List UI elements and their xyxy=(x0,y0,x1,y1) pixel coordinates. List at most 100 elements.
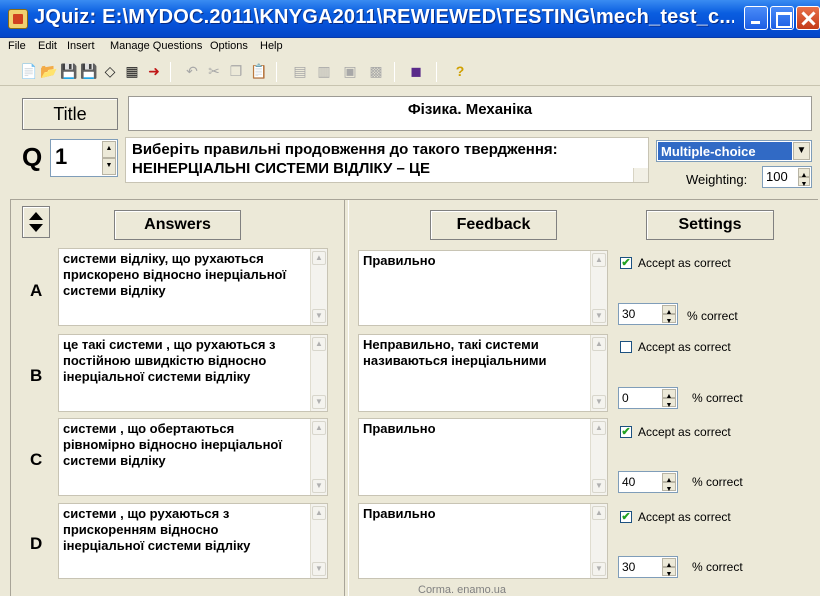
toolbar-separator xyxy=(394,62,395,82)
help-icon[interactable]: ? xyxy=(452,63,468,79)
settings-header-button[interactable]: Settings xyxy=(646,210,774,240)
feedback-header-button[interactable]: Feedback xyxy=(430,210,557,240)
scroll-up-icon[interactable]: ▲ xyxy=(592,337,606,351)
menu-options[interactable]: Options xyxy=(210,40,248,52)
percent-spinner[interactable]: 0 ▲ ▼ xyxy=(618,387,678,409)
scroll-down-icon[interactable]: ▼ xyxy=(592,479,606,493)
scroll-up-icon[interactable]: ▲ xyxy=(592,421,606,435)
feedback-text-input[interactable]: Правильно ▲ ▼ xyxy=(358,503,608,579)
export-b-icon[interactable]: ▩ xyxy=(368,63,384,79)
spin-down-icon[interactable]: ▼ xyxy=(662,398,676,409)
weighting-spinner[interactable]: 100 ▲ ▼ xyxy=(762,166,812,188)
feedback-scrollbar[interactable]: ▲ ▼ xyxy=(590,251,607,325)
spin-up-icon[interactable]: ▲ xyxy=(662,389,676,400)
save-icon[interactable]: 💾 xyxy=(60,63,77,79)
answer-scrollbar[interactable]: ▲ ▼ xyxy=(310,419,327,495)
spin-down-icon[interactable]: ▼ xyxy=(662,567,676,578)
copy-icon[interactable]: ❐ xyxy=(228,63,244,79)
dropdown-arrow-icon[interactable]: ▼ xyxy=(793,142,810,160)
feedback-text-input[interactable]: Правильно ▲ ▼ xyxy=(358,418,608,496)
config-icon[interactable]: ◼ xyxy=(408,63,424,79)
window-title: JQuiz: E:\MYDOC.2011\KNYGA2011\REWIEWED\… xyxy=(34,6,734,28)
minimize-button[interactable] xyxy=(744,6,768,30)
insert-arrow-icon[interactable]: ➜ xyxy=(146,63,162,79)
scroll-down-icon[interactable]: ▼ xyxy=(312,395,326,409)
weighting-spin-buttons[interactable]: ▲ ▼ xyxy=(798,168,810,188)
percent-spin-buttons[interactable]: ▲ ▼ xyxy=(662,558,676,578)
answer-text-input[interactable]: системи , що рухаються з прискоренням ві… xyxy=(58,503,328,579)
scroll-up-icon[interactable]: ▲ xyxy=(312,251,326,265)
accept-checkbox[interactable]: ✔ xyxy=(620,511,632,523)
scroll-up-icon[interactable]: ▲ xyxy=(592,253,606,267)
reorder-answers-button[interactable] xyxy=(22,206,50,238)
accept-checkbox[interactable]: ✔ xyxy=(620,257,632,269)
spin-up-icon[interactable]: ▲ xyxy=(662,558,676,569)
answer-text-input[interactable]: це такі системи , що рухаються з постійн… xyxy=(58,334,328,412)
answer-text-input[interactable]: системи відліку, що рухаються прискорено… xyxy=(58,248,328,326)
spin-up-icon[interactable]: ▲ xyxy=(102,141,116,158)
percent-spinner[interactable]: 40 ▲ ▼ xyxy=(618,471,678,493)
undo-icon[interactable]: ↶ xyxy=(184,63,200,79)
percent-label: % correct xyxy=(692,475,743,489)
question-spin-buttons[interactable]: ▲ ▼ xyxy=(102,141,116,175)
menu-help[interactable]: Help xyxy=(260,40,283,52)
feedback-scrollbar[interactable]: ▲ ▼ xyxy=(590,504,607,578)
scroll-down-icon[interactable]: ▼ xyxy=(592,395,606,409)
save-as-icon[interactable]: 💾 xyxy=(80,63,97,79)
scroll-down-icon[interactable]: ▼ xyxy=(312,309,326,323)
title-button[interactable]: Title xyxy=(22,98,118,130)
quiz-title-input[interactable]: Фізика. Механіка xyxy=(128,96,812,131)
menu-edit[interactable]: Edit xyxy=(38,40,57,52)
menu-manage-questions[interactable]: Manage Questions xyxy=(110,40,202,52)
percent-spinner[interactable]: 30 ▲ ▼ xyxy=(618,556,678,578)
scroll-down-icon[interactable]: ▼ xyxy=(592,562,606,576)
open-icon[interactable]: 📂 xyxy=(40,63,57,79)
export-web-icon[interactable]: ▤ xyxy=(292,63,308,79)
menu-insert[interactable]: Insert xyxy=(67,40,95,52)
close-button[interactable] xyxy=(796,6,820,30)
export-print-icon[interactable]: ▥ xyxy=(316,63,332,79)
question-number-spinner[interactable]: 1 ▲ ▼ xyxy=(50,139,118,177)
spin-down-icon[interactable]: ▼ xyxy=(662,482,676,493)
scroll-up-icon[interactable]: ▲ xyxy=(312,506,326,520)
percent-spin-buttons[interactable]: ▲ ▼ xyxy=(662,389,676,409)
export-a-icon[interactable]: ▣ xyxy=(342,63,358,79)
scroll-down-icon[interactable]: ▼ xyxy=(592,309,606,323)
percent-spin-buttons[interactable]: ▲ ▼ xyxy=(662,305,676,325)
feedback-scrollbar[interactable]: ▲ ▼ xyxy=(590,419,607,495)
grid-icon[interactable]: ▦ xyxy=(124,63,140,79)
answer-text-input[interactable]: системи , що обертаються рівномірно відн… xyxy=(58,418,328,496)
spin-up-icon[interactable]: ▲ xyxy=(662,473,676,484)
cut-icon[interactable]: ✂ xyxy=(206,63,222,79)
spin-down-icon[interactable]: ▼ xyxy=(102,158,116,175)
spin-down-icon[interactable]: ▼ xyxy=(798,177,810,188)
scroll-down-icon[interactable]: ▼ xyxy=(312,479,326,493)
scroll-up-icon[interactable]: ▲ xyxy=(592,506,606,520)
accept-checkbox[interactable] xyxy=(620,341,632,353)
percent-spin-buttons[interactable]: ▲ ▼ xyxy=(662,473,676,493)
feedback-scrollbar[interactable]: ▲ ▼ xyxy=(590,335,607,411)
paste-icon[interactable]: 📋 xyxy=(250,63,267,79)
answer-scrollbar[interactable]: ▲ ▼ xyxy=(310,249,327,325)
clear-icon[interactable]: ◇ xyxy=(102,63,118,79)
answers-header-button[interactable]: Answers xyxy=(114,210,241,240)
title-bar[interactable]: JQuiz: E:\MYDOC.2011\KNYGA2011\REWIEWED\… xyxy=(0,0,820,38)
feedback-text-input[interactable]: Правильно ▲ ▼ xyxy=(358,250,608,326)
scroll-up-icon[interactable]: ▲ xyxy=(312,421,326,435)
spin-down-icon[interactable]: ▼ xyxy=(662,314,676,325)
menu-file[interactable]: File xyxy=(8,40,26,52)
percent-spinner[interactable]: 30 ▲ ▼ xyxy=(618,303,678,325)
question-text-input[interactable]: Виберіть правильні продовження до такого… xyxy=(125,137,649,183)
panel-splitter[interactable] xyxy=(344,200,349,596)
spin-up-icon[interactable]: ▲ xyxy=(662,305,676,316)
new-icon[interactable]: 📄 xyxy=(20,63,37,79)
scroll-up-icon[interactable]: ▲ xyxy=(312,337,326,351)
spin-up-icon[interactable]: ▲ xyxy=(798,168,810,179)
answer-scrollbar[interactable]: ▲ ▼ xyxy=(310,335,327,411)
accept-checkbox[interactable]: ✔ xyxy=(620,426,632,438)
answer-scrollbar[interactable]: ▲ ▼ xyxy=(310,504,327,578)
maximize-button[interactable] xyxy=(770,6,794,30)
feedback-text-input[interactable]: Неправильно, такі системи називаються ін… xyxy=(358,334,608,412)
scroll-down-icon[interactable]: ▼ xyxy=(312,562,326,576)
question-type-select[interactable]: Multiple-choice ▼ xyxy=(656,140,812,162)
